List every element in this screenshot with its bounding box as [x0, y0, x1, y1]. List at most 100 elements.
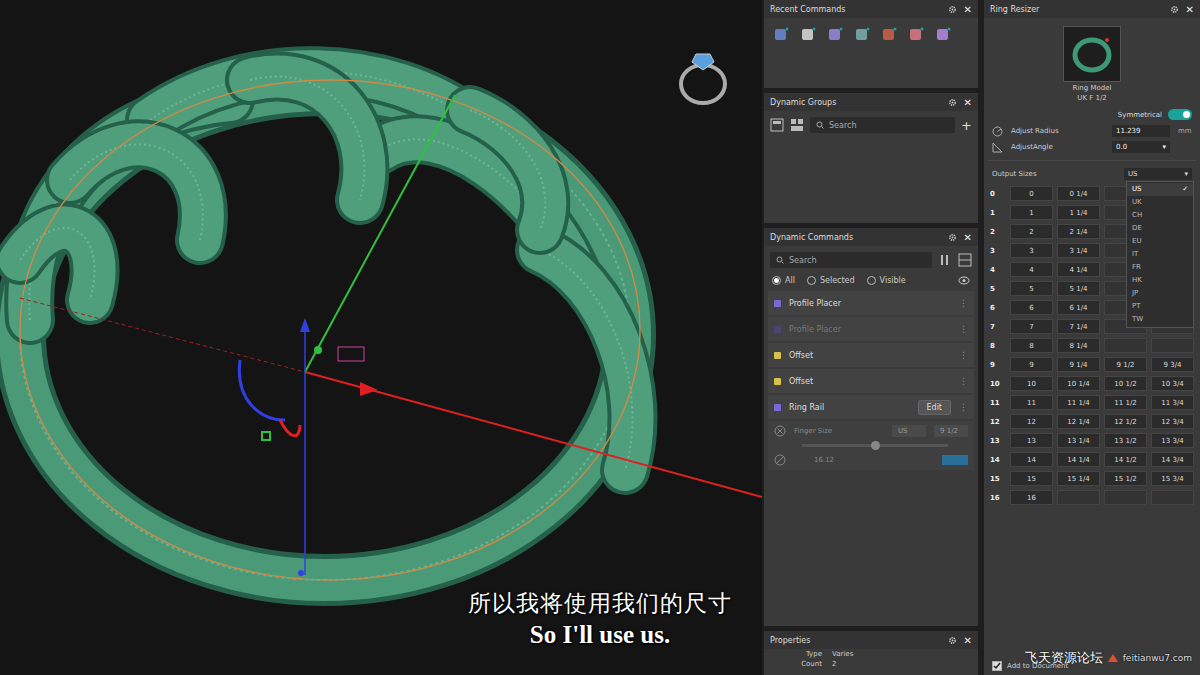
command-icon[interactable]: [907, 26, 925, 44]
size-cell[interactable]: 12 1/2: [1104, 414, 1147, 429]
size-cell[interactable]: 10: [1010, 376, 1053, 391]
size-cell[interactable]: 7 1/4: [1057, 319, 1100, 334]
filter-radio[interactable]: Visible: [867, 276, 906, 285]
size-cell[interactable]: 2: [1010, 224, 1053, 239]
size-cell[interactable]: 9 1/2: [1104, 357, 1147, 372]
filter-radio[interactable]: All: [772, 276, 795, 285]
size-cell[interactable]: 3 1/4: [1057, 243, 1100, 258]
size-cell[interactable]: 15 1/4: [1057, 471, 1100, 486]
item-menu[interactable]: ⋮: [959, 402, 968, 412]
edit-button[interactable]: Edit: [918, 400, 952, 415]
size-cell[interactable]: 15: [1010, 471, 1053, 486]
size-cell[interactable]: 9 3/4: [1151, 357, 1194, 372]
dropdown-option[interactable]: DE: [1127, 222, 1193, 235]
symmetrical-toggle[interactable]: [1168, 109, 1192, 120]
command-icon[interactable]: [826, 26, 844, 44]
size-cell[interactable]: [1057, 490, 1100, 505]
slider-knob[interactable]: [871, 441, 880, 450]
dropdown-option[interactable]: FR: [1127, 261, 1193, 274]
dropdown-option[interactable]: TW: [1127, 313, 1193, 326]
close-button[interactable]: ✕: [964, 4, 972, 15]
commands-search[interactable]: Search: [770, 252, 932, 268]
dropdown-option[interactable]: UK: [1127, 196, 1193, 209]
size-cell[interactable]: 11: [1010, 395, 1053, 410]
command-item[interactable]: Profile Placer⋮: [768, 317, 974, 341]
size-cell[interactable]: 14 1/4: [1057, 452, 1100, 467]
thumbnail-box[interactable]: [1063, 26, 1121, 82]
size-cell[interactable]: 1 1/4: [1057, 205, 1100, 220]
radio-mark[interactable]: [772, 276, 781, 285]
size-cell[interactable]: 12 3/4: [1151, 414, 1194, 429]
size-cell[interactable]: 2 1/4: [1057, 224, 1100, 239]
size-cell[interactable]: 4 1/4: [1057, 262, 1100, 277]
size-cell[interactable]: 0 1/4: [1057, 186, 1100, 201]
size-cell[interactable]: 1: [1010, 205, 1053, 220]
size-cell[interactable]: [1151, 490, 1194, 505]
group-icon[interactable]: [770, 118, 784, 132]
radio-mark[interactable]: [867, 276, 876, 285]
size-cell[interactable]: 16: [1010, 490, 1053, 505]
size-cell[interactable]: 10 1/2: [1104, 376, 1147, 391]
visibility-icon[interactable]: [958, 276, 970, 285]
size-cell[interactable]: 10 3/4: [1151, 376, 1194, 391]
ungroup-icon[interactable]: [790, 118, 804, 132]
list-view-icon[interactable]: [938, 253, 952, 267]
gear-icon[interactable]: [948, 5, 957, 14]
size-cell[interactable]: 7: [1010, 319, 1053, 334]
item-menu[interactable]: ⋮: [959, 376, 968, 386]
size-cell[interactable]: [1104, 490, 1147, 505]
add-to-document-checkbox[interactable]: [992, 661, 1002, 671]
size-cell[interactable]: 13: [1010, 433, 1053, 448]
size-cell[interactable]: 0: [1010, 186, 1053, 201]
viewport[interactable]: [0, 0, 762, 675]
size-cell[interactable]: 14 3/4: [1151, 452, 1194, 467]
dropdown-option[interactable]: JP: [1127, 287, 1193, 300]
output-sizes-select[interactable]: US▾: [1124, 168, 1192, 180]
size-cell[interactable]: 5 1/4: [1057, 281, 1100, 296]
dropdown-option[interactable]: IT: [1127, 248, 1193, 261]
size-cell[interactable]: 5: [1010, 281, 1053, 296]
gear-icon[interactable]: [948, 233, 957, 242]
close-button[interactable]: ✕: [964, 635, 972, 646]
gear-icon[interactable]: [948, 98, 957, 107]
gear-icon[interactable]: [948, 636, 957, 645]
size-cell[interactable]: 12 1/4: [1057, 414, 1100, 429]
close-button[interactable]: ✕: [1186, 4, 1194, 15]
size-slider[interactable]: [802, 444, 948, 447]
size-cell[interactable]: 13 3/4: [1151, 433, 1194, 448]
size-cell[interactable]: 9: [1010, 357, 1053, 372]
command-item[interactable]: Profile Placer⋮: [768, 291, 974, 315]
size-cell[interactable]: 11 3/4: [1151, 395, 1194, 410]
size-cell[interactable]: 11 1/2: [1104, 395, 1147, 410]
add-group-button[interactable]: +: [961, 118, 972, 133]
dropdown-option[interactable]: HK: [1127, 274, 1193, 287]
item-menu[interactable]: ⋮: [959, 350, 968, 360]
dropdown-option[interactable]: PT: [1127, 300, 1193, 313]
size-cell[interactable]: [1104, 338, 1147, 353]
dropdown-option[interactable]: US✓: [1127, 183, 1193, 196]
command-item[interactable]: Ring RailEdit⋮: [768, 395, 974, 419]
command-icon[interactable]: [772, 26, 790, 44]
size-cell[interactable]: 12: [1010, 414, 1053, 429]
dropdown-option[interactable]: EU: [1127, 235, 1193, 248]
size-cell[interactable]: 13 1/4: [1057, 433, 1100, 448]
size-cell[interactable]: 8 1/4: [1057, 338, 1100, 353]
close-button[interactable]: ✕: [964, 97, 972, 108]
size-cell[interactable]: 6 1/4: [1057, 300, 1100, 315]
dropdown-option[interactable]: CH: [1127, 209, 1193, 222]
command-icon[interactable]: [799, 26, 817, 44]
ring-view-icon[interactable]: [676, 42, 732, 108]
radius-input[interactable]: 11.239: [1112, 125, 1170, 137]
panel-view-icon[interactable]: [958, 253, 972, 267]
size-cell[interactable]: [1151, 338, 1194, 353]
size-cell[interactable]: 14: [1010, 452, 1053, 467]
size-cell[interactable]: 15 1/2: [1104, 471, 1147, 486]
command-icon[interactable]: [934, 26, 952, 44]
size-cell[interactable]: 11 1/4: [1057, 395, 1100, 410]
unit-toggle[interactable]: [942, 455, 968, 465]
size-cell[interactable]: 8: [1010, 338, 1053, 353]
size-cell[interactable]: 15 3/4: [1151, 471, 1194, 486]
size-select[interactable]: 9 1/2: [934, 425, 968, 437]
item-menu[interactable]: ⋮: [959, 298, 968, 308]
command-icon[interactable]: [880, 26, 898, 44]
